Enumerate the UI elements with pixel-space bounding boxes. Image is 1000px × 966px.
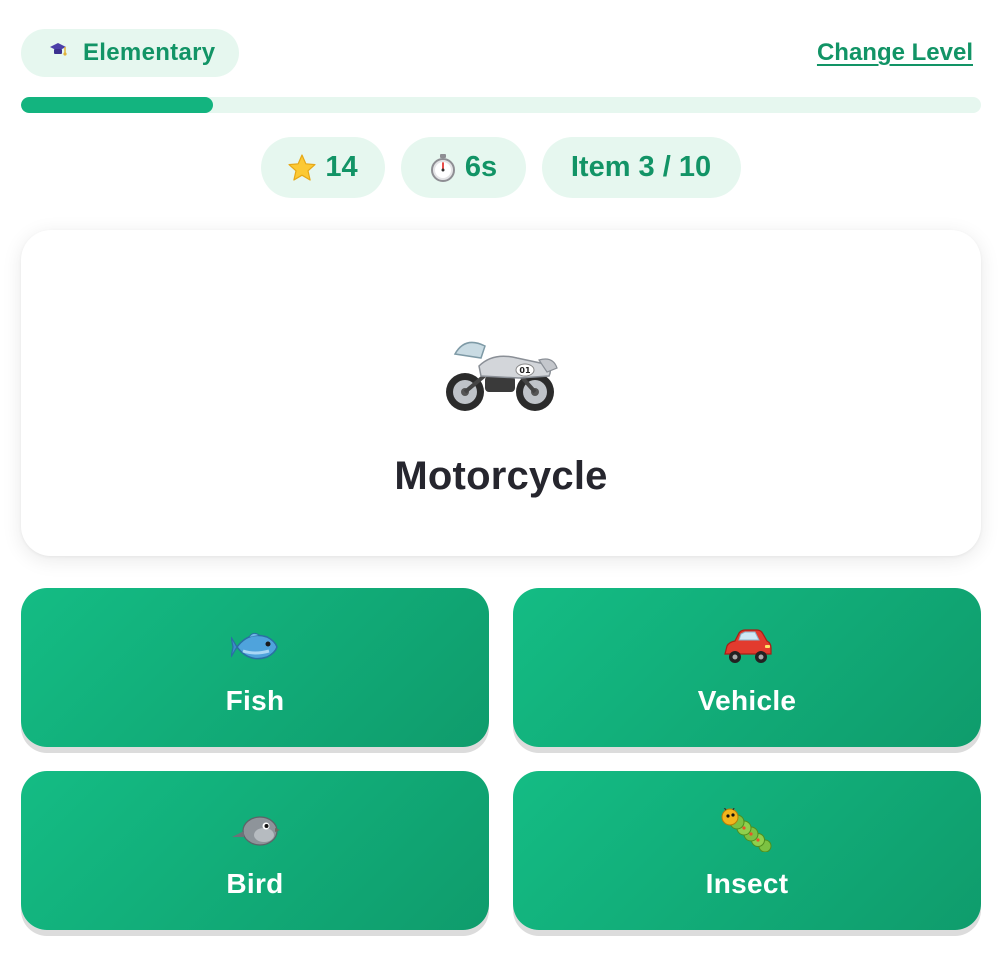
item-counter-value: Item 3 / 10 bbox=[570, 151, 712, 183]
score-badge: 14 bbox=[260, 137, 385, 198]
stopwatch-icon bbox=[429, 153, 457, 183]
car-icon bbox=[513, 626, 981, 668]
answer-label: Bird bbox=[226, 868, 284, 899]
change-level-link[interactable]: Change Level bbox=[817, 39, 973, 67]
answer-button-vehicle[interactable]: Vehicle bbox=[513, 588, 981, 747]
bird-icon bbox=[21, 809, 489, 851]
answer-button-insect[interactable]: Insect bbox=[513, 771, 981, 930]
answer-button-bird[interactable]: Bird bbox=[21, 771, 489, 930]
level-label: Elementary bbox=[83, 39, 216, 66]
graduation-cap-icon bbox=[43, 41, 73, 65]
prompt-word: Motorcycle bbox=[394, 454, 608, 498]
item-counter: Item 3 / 10 bbox=[541, 137, 741, 198]
caterpillar-icon bbox=[513, 808, 981, 852]
answer-label: Vehicle bbox=[697, 685, 797, 716]
header: Elementary Change Level bbox=[21, 29, 973, 77]
answer-label: Insect bbox=[705, 868, 789, 899]
svg-text:01: 01 bbox=[519, 366, 531, 375]
answer-button-fish[interactable]: Fish bbox=[21, 588, 489, 747]
timer-value: 6s bbox=[464, 151, 498, 183]
motorcycle-icon: 01 bbox=[21, 332, 981, 414]
level-badge: Elementary bbox=[21, 29, 240, 77]
answer-label: Fish bbox=[225, 685, 285, 716]
quiz-screen: Elementary Change Level 14 6s Item 3 / 1… bbox=[0, 0, 1000, 966]
score-value: 14 bbox=[325, 151, 358, 183]
stats-row: 14 6s Item 3 / 10 bbox=[0, 137, 1000, 198]
progress-fill bbox=[21, 97, 213, 113]
star-icon bbox=[287, 153, 317, 183]
word-card: 01 Motorcycle bbox=[21, 230, 981, 556]
progress-bar bbox=[21, 97, 981, 113]
timer-badge: 6s bbox=[400, 137, 526, 198]
fish-icon bbox=[21, 626, 489, 668]
